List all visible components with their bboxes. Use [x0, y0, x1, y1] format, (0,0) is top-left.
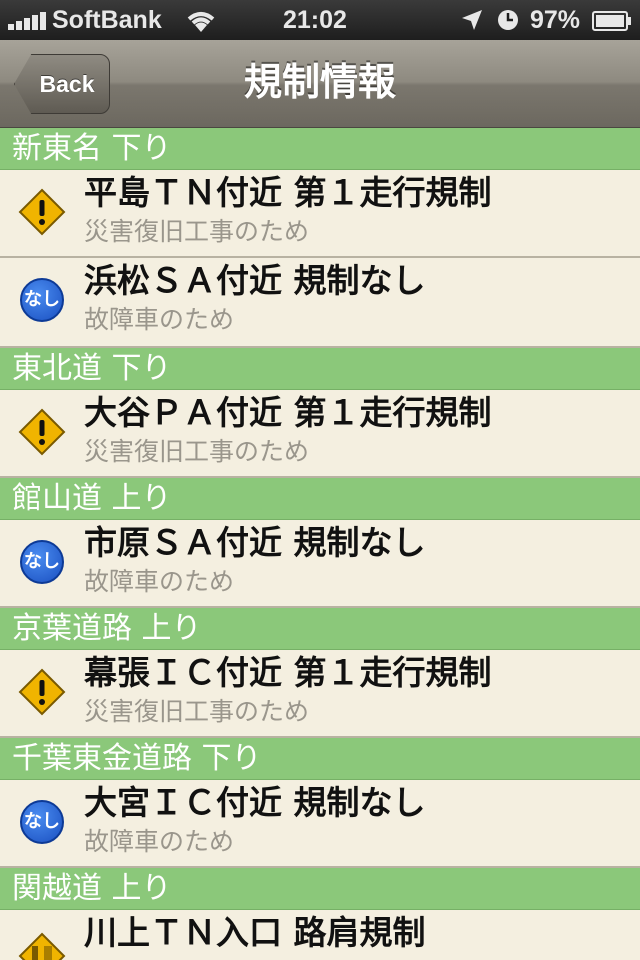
- section-header: 東北道 下り: [0, 348, 640, 390]
- list-item[interactable]: 川上ＴＮ入口 路肩規制: [0, 910, 640, 960]
- item-title: 浜松ＳＡ付近 規制なし: [84, 261, 426, 300]
- no-restriction-icon: なし: [18, 798, 66, 846]
- signal-icon: [8, 12, 48, 30]
- list-item[interactable]: なし 浜松ＳＡ付近 規制なし 故障車のため: [0, 258, 640, 348]
- wifi-icon: [187, 12, 215, 32]
- item-title: 幕張ＩＣ付近 第１走行規制: [84, 653, 492, 692]
- battery-icon: [592, 11, 631, 31]
- nashi-label: なし: [20, 278, 64, 322]
- list-item[interactable]: 幕張ＩＣ付近 第１走行規制 災害復旧工事のため: [0, 650, 640, 738]
- warning-icon: [18, 188, 66, 236]
- carrier-name: SoftBank: [52, 6, 162, 34]
- item-subtitle: 故障車のため: [84, 567, 235, 596]
- item-subtitle: 災害復旧工事のため: [84, 437, 310, 466]
- section-header: 新東名 下り: [0, 128, 640, 170]
- item-subtitle: 災害復旧工事のため: [84, 697, 310, 726]
- battery-percentage: 97%: [530, 6, 581, 34]
- list-item[interactable]: 平島ＴＮ付近 第１走行規制 災害復旧工事のため: [0, 170, 640, 258]
- section-header: 京葉道路 上り: [0, 608, 640, 650]
- item-subtitle: 故障車のため: [84, 305, 235, 334]
- list-item[interactable]: なし 市原ＳＡ付近 規制なし 故障車のため: [0, 520, 640, 608]
- back-button[interactable]: Back: [14, 54, 110, 114]
- no-restriction-icon: なし: [18, 538, 66, 586]
- item-title: 市原ＳＡ付近 規制なし: [84, 523, 426, 562]
- item-title: 川上ＴＮ入口 路肩規制: [84, 913, 426, 952]
- restriction-list: 新東名 下り 平島ＴＮ付近 第１走行規制 災害復旧工事のため なし 浜松ＳＡ付近…: [0, 128, 640, 960]
- clock-time: 21:02: [283, 6, 347, 34]
- clock-icon: [498, 10, 518, 30]
- item-title: 大宮ＩＣ付近 規制なし: [84, 783, 426, 822]
- item-subtitle: 災害復旧工事のため: [84, 217, 310, 246]
- list-item[interactable]: なし 大宮ＩＣ付近 規制なし 故障車のため: [0, 780, 640, 868]
- status-bar: SoftBank 21:02 97%: [0, 0, 640, 40]
- section-header: 関越道 上り: [0, 868, 640, 910]
- shoulder-restriction-icon: [18, 932, 66, 960]
- nashi-label: なし: [20, 800, 64, 844]
- warning-icon: [18, 408, 66, 456]
- navigation-bar: Back 規制情報: [0, 40, 640, 128]
- no-restriction-icon: なし: [18, 276, 66, 324]
- item-subtitle: 故障車のため: [84, 827, 235, 856]
- location-icon: [462, 10, 482, 30]
- list-item[interactable]: 大谷ＰＡ付近 第１走行規制 災害復旧工事のため: [0, 390, 640, 478]
- item-title: 平島ＴＮ付近 第１走行規制: [84, 173, 492, 212]
- item-title: 大谷ＰＡ付近 第１走行規制: [84, 393, 492, 432]
- nashi-label: なし: [20, 540, 64, 584]
- section-header: 館山道 上り: [0, 478, 640, 520]
- warning-icon: [18, 668, 66, 716]
- section-header: 千葉東金道路 下り: [0, 738, 640, 780]
